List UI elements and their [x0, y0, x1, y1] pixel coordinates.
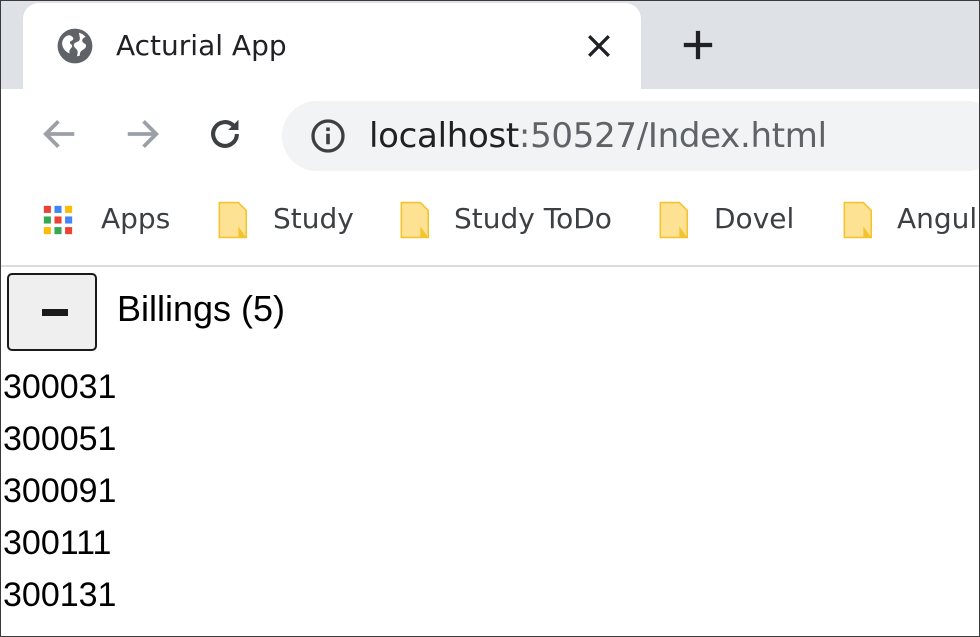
bookmark-dovel[interactable]: Dovel: [656, 199, 796, 239]
collapse-button[interactable]: [7, 273, 97, 351]
tab-strip: Acturial App: [1, 1, 979, 89]
bookmark-label: Apps: [101, 202, 171, 235]
new-tab-plus-icon[interactable]: [681, 28, 715, 62]
folder-icon: [218, 201, 248, 239]
tab-title: Acturial App: [116, 29, 287, 62]
bookmark-label: Study: [273, 202, 354, 235]
bookmark-label: Dovel: [714, 202, 795, 235]
bookmarks-bar: Apps Study Study ToDo Dovel Angul: [1, 177, 979, 267]
list-item: 300091: [3, 472, 117, 510]
bookmark-apps[interactable]: Apps: [41, 199, 176, 239]
bookmark-study-todo[interactable]: Study ToDo: [397, 199, 615, 239]
info-icon[interactable]: [310, 118, 346, 154]
browser-toolbar: localhost:50527/Index.html: [1, 89, 979, 177]
folder-icon: [843, 201, 873, 239]
billings-heading: Billings (5): [117, 288, 286, 329]
billings-list: 300031 300051 300091 300111 300131: [3, 361, 116, 621]
url-path: :50527/Index.html: [518, 116, 827, 156]
bookmark-label: Angul: [897, 202, 978, 235]
url-host: localhost: [369, 116, 519, 156]
list-item: 300111: [3, 524, 112, 562]
browser-window: Acturial App localhost:50527/Index.html …: [0, 0, 980, 637]
globe-icon: [57, 28, 93, 64]
close-icon[interactable]: [586, 33, 612, 59]
back-arrow-icon[interactable]: [41, 115, 79, 153]
list-item: 300051: [3, 420, 117, 458]
list-item: 300131: [3, 576, 117, 614]
forward-arrow-icon[interactable]: [123, 115, 161, 153]
active-tab[interactable]: Acturial App: [23, 3, 641, 89]
bookmark-angul[interactable]: Angul: [840, 199, 979, 239]
list-item: 300031: [3, 368, 117, 406]
bookmark-label: Study ToDo: [454, 202, 612, 235]
folder-icon: [659, 201, 689, 239]
reload-icon[interactable]: [206, 115, 244, 153]
apps-grid-icon: [43, 205, 73, 235]
bookmark-study[interactable]: Study: [215, 199, 355, 239]
folder-icon: [400, 201, 430, 239]
minus-icon: [42, 309, 68, 316]
address-bar[interactable]: localhost:50527/Index.html: [282, 101, 979, 171]
page-content: Billings (5) 300031 300051 300091 300111…: [1, 267, 979, 636]
address-url[interactable]: localhost:50527/Index.html: [369, 115, 827, 157]
